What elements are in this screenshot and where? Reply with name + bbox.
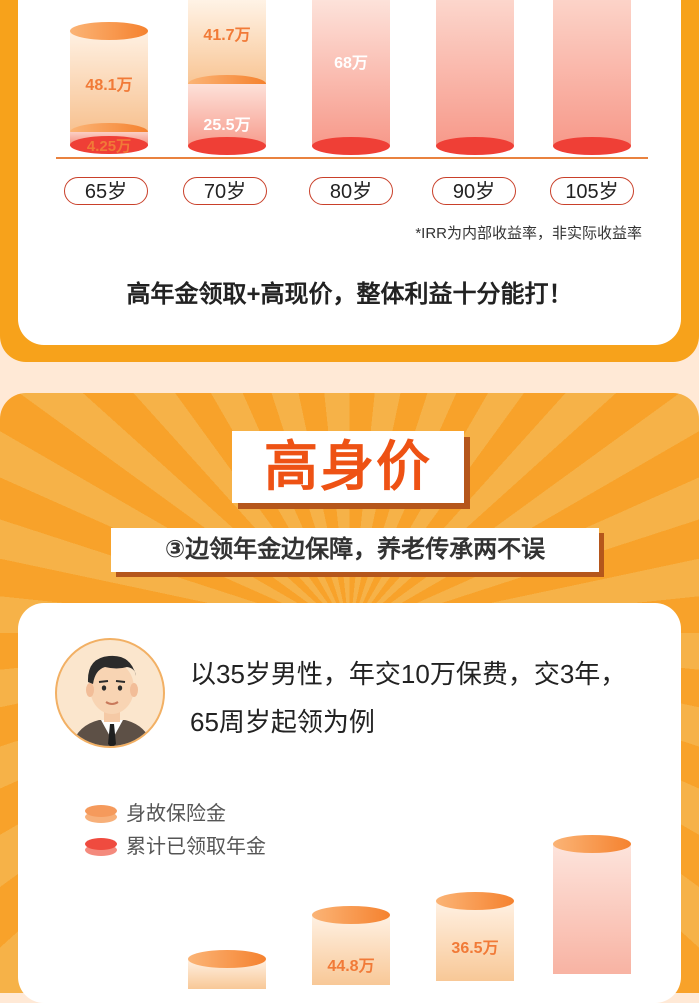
- legend-red-swatch-icon: [85, 838, 117, 856]
- summary-text: 高年金领取+高现价，整体利益十分能打！: [126, 281, 573, 308]
- bar-70-label-2: 25.5万: [203, 117, 251, 134]
- bar-65-label-1: 48.1万: [85, 77, 133, 94]
- bar-80: 68万: [312, 0, 390, 155]
- age-label-105: 105岁: [550, 177, 634, 205]
- bar-70-base: [188, 137, 266, 155]
- legend-annuity-total-label: 累计已领取年金: [126, 836, 266, 858]
- age-label-70: 70岁: [183, 177, 267, 205]
- bar-80-label-1: 68万: [334, 55, 368, 72]
- bottom-bar-2-cap: [312, 906, 390, 924]
- bottom-bar-3: 36.5万: [436, 892, 514, 982]
- bottom-bar-1: [188, 950, 266, 990]
- bar-80-base: [312, 137, 390, 155]
- bar-70-label-1: 41.7万: [203, 27, 251, 44]
- age-label-65: 65岁: [64, 177, 148, 205]
- bar-65-label-2: 4.25万: [86, 138, 132, 155]
- section-title: 高身价: [264, 437, 432, 497]
- bottom-bar-4-body: [553, 844, 631, 974]
- bar-70: 41.7万 25.5万: [188, 0, 266, 155]
- legend-orange-swatch-icon: [85, 805, 117, 823]
- section-subtitle: ③边领年金边保障，养老传承两不误: [164, 536, 546, 563]
- irr-footnote: *IRR为内部收益率，非实际收益率: [415, 225, 642, 242]
- intro-line-2: 65周岁起领为例: [190, 707, 375, 737]
- bottom-bar-4: [553, 835, 631, 975]
- example-intro: 以35岁男性，年交10万保费，交3年， 65周岁起领为例: [190, 650, 670, 746]
- bar-105-base: [553, 137, 631, 155]
- legend-death-benefit-label: 身故保险金: [126, 803, 226, 825]
- bottom-bar-2: 44.8万: [312, 906, 390, 986]
- bar-105: [553, 0, 631, 155]
- man-avatar-icon: [55, 638, 165, 748]
- bar-65: 48.1万 4.25万: [70, 22, 148, 155]
- bar-80-body: [312, 0, 390, 146]
- bottom-bar-1-cap: [188, 950, 266, 968]
- bottom-bar-3-cap: [436, 892, 514, 910]
- bar-105-body: [553, 0, 631, 146]
- bottom-bar-2-label: 44.8万: [327, 958, 375, 975]
- age-label-80: 80岁: [309, 177, 393, 205]
- bottom-bar-3-label: 36.5万: [451, 940, 499, 957]
- intro-line-1: 以35岁男性，年交10万保费，交3年，: [190, 659, 627, 689]
- bottom-bar-4-cap: [553, 835, 631, 853]
- x-axis-line: [56, 157, 648, 159]
- bar-65-top-cap: [70, 22, 148, 40]
- age-label-90: 90岁: [432, 177, 516, 205]
- bar-90: [436, 0, 514, 155]
- bar-90-base: [436, 137, 514, 155]
- bar-90-body: [436, 0, 514, 146]
